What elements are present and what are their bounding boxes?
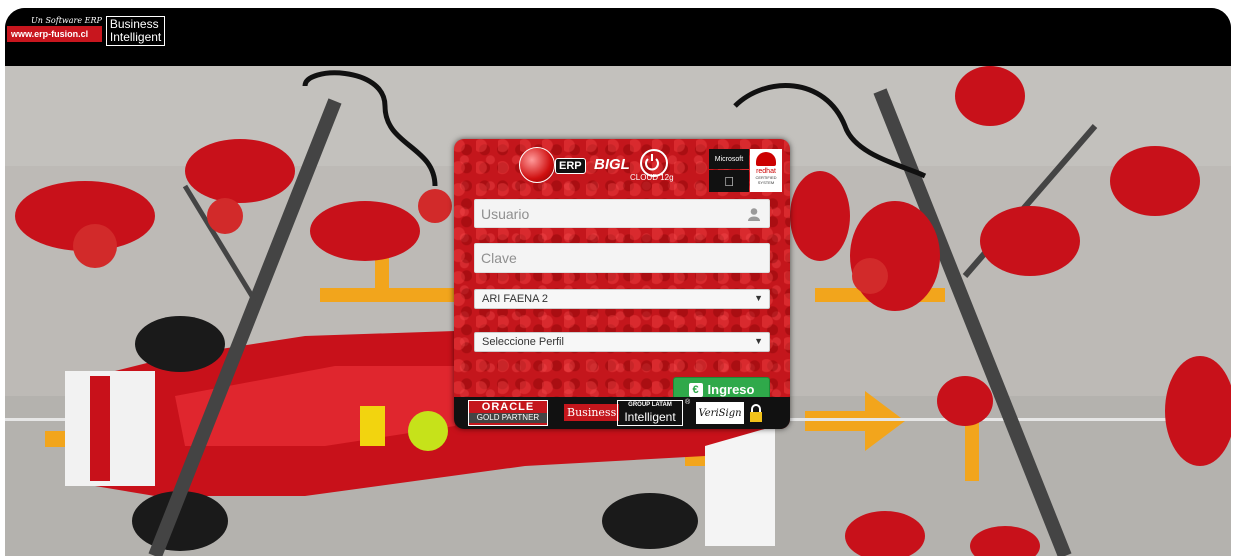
registered-mark: ® bbox=[685, 399, 691, 406]
profile-select-value: Seleccione Perfil bbox=[482, 336, 564, 348]
brand-bi-box: Business Intelligent bbox=[105, 16, 166, 46]
brand-url: www.erp-fusion.cl bbox=[7, 26, 102, 42]
company-select[interactable]: ARI FAENA 2 ▼ bbox=[474, 289, 770, 309]
top-header-bar: Un Software ERP www.erp-fusion.cl Busine… bbox=[5, 8, 1231, 66]
erp-logo: ERP bbox=[555, 158, 586, 174]
login-button-label: Ingreso bbox=[707, 382, 755, 397]
brand-tagline: Un Software ERP bbox=[31, 16, 102, 25]
verisign-logo: VeriSign bbox=[696, 402, 744, 424]
user-icon bbox=[748, 208, 760, 221]
bigl-logo: BIGL bbox=[594, 156, 630, 173]
group-intelligent-label: Intelligent bbox=[624, 410, 676, 424]
power-cloud-glyph bbox=[645, 154, 659, 171]
oracle-partner-label: GOLD PARTNER bbox=[469, 413, 547, 423]
brand-logo: Un Software ERP www.erp-fusion.cl Busine… bbox=[7, 16, 166, 46]
brand-bi-line2: Intelligent bbox=[109, 30, 162, 44]
chevron-down-icon: ▼ bbox=[754, 336, 763, 346]
profile-select[interactable]: Seleccione Perfil ▼ bbox=[474, 332, 770, 352]
redhat-sub-label: CERTIFIED SYSTEM bbox=[755, 175, 777, 185]
verisign-label: VeriSign bbox=[698, 407, 742, 419]
group-latam-label: GROUP LATAM bbox=[628, 402, 672, 408]
globe-icon bbox=[519, 147, 555, 183]
brand-left: Un Software ERP www.erp-fusion.cl bbox=[7, 16, 102, 42]
partner-logos-strip: ORACLE GOLD PARTNER Business GROUP LATAM… bbox=[454, 397, 790, 429]
microsoft-label: Microsoft bbox=[714, 155, 744, 163]
username-field bbox=[474, 199, 770, 228]
apple-icon:  bbox=[709, 170, 749, 192]
login-icon: € bbox=[688, 382, 703, 397]
company-select-value: ARI FAENA 2 bbox=[482, 293, 549, 305]
lock-icon bbox=[750, 404, 762, 422]
group-latam-logo: GROUP LATAM Intelligent bbox=[617, 400, 683, 426]
password-input[interactable] bbox=[475, 244, 769, 272]
login-card: ERP BIGL CLOUD 12g Microsoft  redhat CE… bbox=[454, 139, 790, 429]
card-header-logos: ERP BIGL CLOUD 12g Microsoft  redhat CE… bbox=[454, 139, 790, 192]
redhat-label: redhat bbox=[756, 168, 776, 175]
password-field bbox=[474, 243, 770, 273]
oracle-partner-logo: ORACLE GOLD PARTNER bbox=[468, 400, 548, 426]
microsoft-badge: Microsoft bbox=[709, 149, 749, 169]
redhat-badge: redhat CERTIFIED SYSTEM bbox=[750, 149, 782, 192]
cloud-label: CLOUD 12g bbox=[630, 173, 674, 182]
oracle-label: ORACLE bbox=[481, 401, 535, 413]
app-frame: Un Software ERP www.erp-fusion.cl Busine… bbox=[5, 8, 1231, 556]
chevron-down-icon: ▼ bbox=[754, 293, 763, 303]
username-input[interactable] bbox=[475, 200, 769, 227]
redhat-icon bbox=[756, 152, 776, 166]
business-logo: Business bbox=[564, 404, 620, 421]
